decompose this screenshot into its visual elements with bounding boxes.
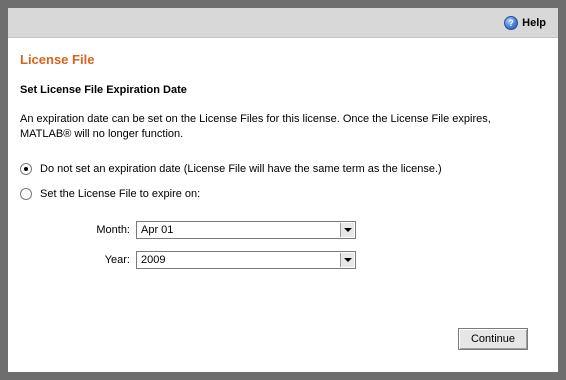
year-row: Year: 2009	[8, 251, 356, 269]
help-button[interactable]: ? Help	[504, 15, 546, 31]
year-select[interactable]: 2009	[136, 251, 356, 269]
option-no-expiration[interactable]: Do not set an expiration date (License F…	[20, 163, 442, 175]
radio-set-expiration[interactable]	[20, 188, 32, 200]
radio-no-expiration[interactable]	[20, 163, 32, 175]
option-no-expiration-label: Do not set an expiration date (License F…	[40, 163, 442, 175]
chevron-down-icon[interactable]	[340, 223, 354, 237]
chevron-down-icon[interactable]	[340, 253, 354, 267]
month-label: Month:	[96, 224, 130, 236]
month-select[interactable]: Apr 01	[136, 221, 356, 239]
help-label: Help	[522, 17, 546, 29]
option-set-expiration[interactable]: Set the License File to expire on:	[20, 188, 200, 200]
section-title: License File	[20, 52, 95, 67]
continue-button[interactable]: Continue	[458, 328, 528, 350]
dialog-frame: ? Help License File Set License File Exp…	[0, 0, 566, 380]
license-file-panel: ? Help License File Set License File Exp…	[8, 8, 558, 372]
month-value: Apr 01	[141, 224, 174, 236]
option-set-expiration-label: Set the License File to expire on:	[40, 188, 201, 200]
month-row: Month: Apr 01	[8, 221, 356, 239]
year-label: Year:	[104, 254, 130, 266]
subheading: Set License File Expiration Date	[20, 84, 187, 96]
year-value: 2009	[141, 254, 166, 266]
top-bar: ? Help	[8, 8, 558, 38]
help-icon: ?	[504, 16, 519, 30]
description-text: An expiration date can be set on the Lic…	[20, 113, 491, 140]
